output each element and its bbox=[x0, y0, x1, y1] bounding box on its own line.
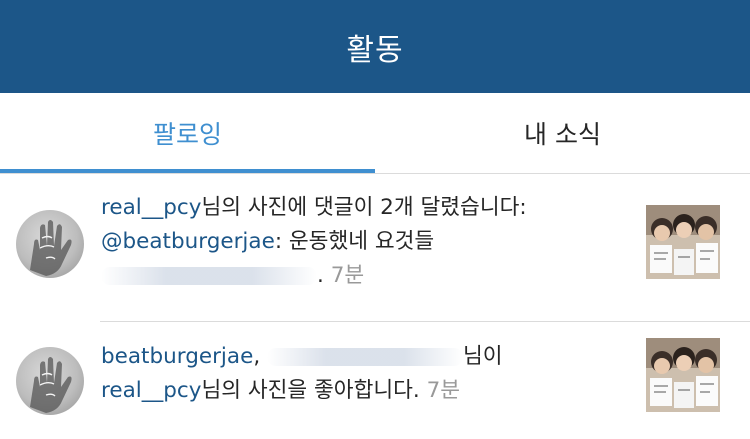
separator: , bbox=[253, 344, 261, 369]
top-header: 활동 bbox=[0, 0, 750, 93]
comment-text: : 운동했네 요것들 bbox=[274, 229, 435, 254]
comment-tail: . bbox=[317, 263, 324, 288]
mention-link[interactable]: @beatburgerjae bbox=[101, 229, 275, 254]
page-title: 활동 bbox=[346, 32, 404, 68]
timestamp: 7분 bbox=[330, 263, 365, 288]
tab-following[interactable]: 팔로잉 bbox=[0, 93, 375, 173]
group-photo-icon bbox=[646, 338, 720, 412]
post-thumbnail[interactable] bbox=[646, 338, 720, 412]
avatar[interactable] bbox=[16, 210, 84, 278]
group-photo-icon bbox=[646, 205, 720, 279]
target-username-link[interactable]: real__pcy bbox=[101, 378, 201, 403]
activity-message: 님의 사진을 좋아합니다. bbox=[201, 378, 420, 403]
activity-text: beatburgerjae, 님이 real__pcy님의 사진을 좋아합니다.… bbox=[101, 340, 631, 408]
activity-line-1: beatburgerjae, 님이 bbox=[101, 340, 631, 374]
activity-text: real__pcy님의 사진에 댓글이 2개 달렸습니다: @beatburge… bbox=[101, 191, 631, 293]
activity-message: 님이 bbox=[463, 344, 503, 369]
timestamp: 7분 bbox=[426, 378, 461, 403]
activity-line-2: @beatburgerjae: 운동했네 요것들 bbox=[101, 225, 631, 259]
activity-item[interactable]: real__pcy님의 사진에 댓글이 2개 달렸습니다: @beatburge… bbox=[0, 175, 750, 321]
activity-line-3: . 7분 bbox=[101, 259, 631, 293]
tab-my-news-label: 내 소식 bbox=[524, 120, 601, 149]
redacted-text bbox=[101, 267, 317, 285]
tab-bar-divider bbox=[0, 173, 750, 174]
avatar[interactable] bbox=[16, 347, 84, 415]
username-link[interactable]: real__pcy bbox=[101, 195, 201, 220]
tab-my-news[interactable]: 내 소식 bbox=[375, 93, 750, 173]
redacted-text bbox=[267, 348, 463, 366]
tab-following-label: 팔로잉 bbox=[152, 120, 222, 149]
username-link[interactable]: beatburgerjae bbox=[101, 344, 253, 369]
hand-photo-icon bbox=[30, 220, 72, 276]
activity-message: 님의 사진에 댓글이 2개 달렸습니다: bbox=[201, 195, 527, 220]
tab-bar: 팔로잉 내 소식 bbox=[0, 93, 750, 175]
hand-photo-icon bbox=[30, 357, 72, 413]
activity-line-2: real__pcy님의 사진을 좋아합니다. 7분 bbox=[101, 374, 631, 408]
activity-item[interactable]: beatburgerjae, 님이 real__pcy님의 사진을 좋아합니다.… bbox=[0, 322, 750, 439]
post-thumbnail[interactable] bbox=[646, 205, 720, 279]
activity-line-1: real__pcy님의 사진에 댓글이 2개 달렸습니다: bbox=[101, 191, 631, 225]
